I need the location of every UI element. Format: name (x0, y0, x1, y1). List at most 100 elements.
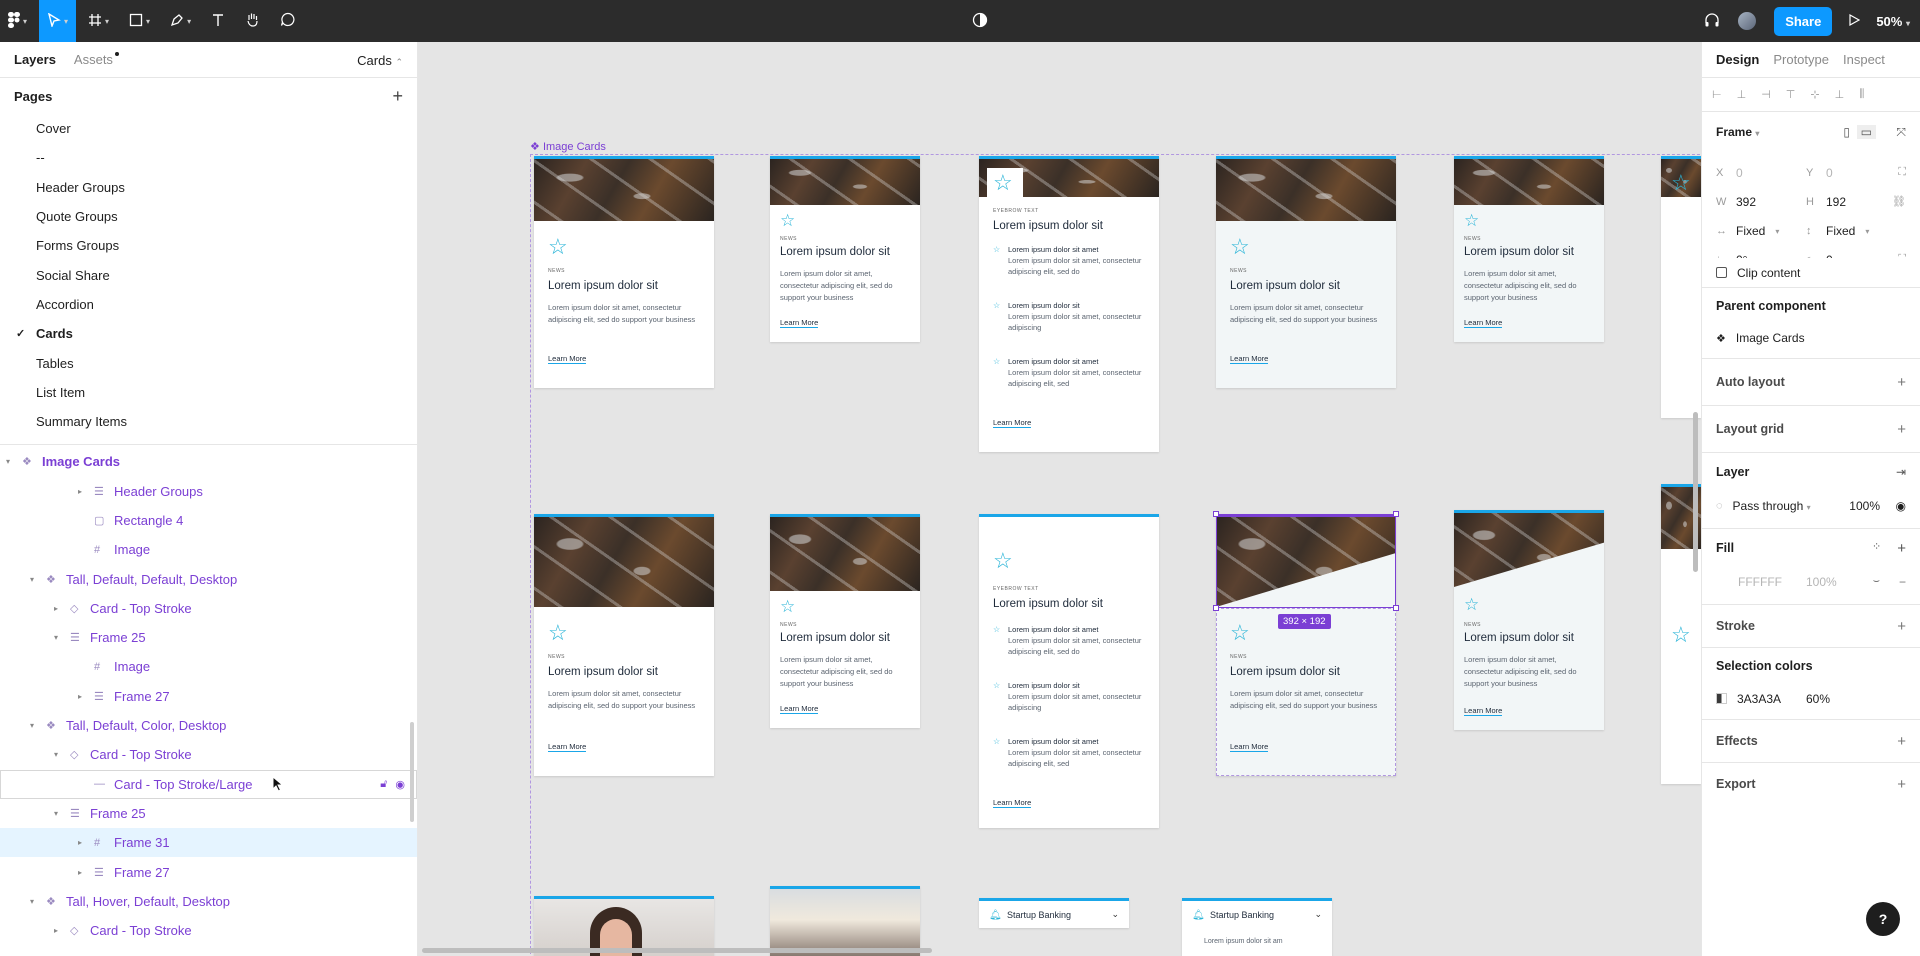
page-item[interactable]: Cover (0, 114, 417, 143)
hand-tool-button[interactable] (237, 0, 268, 42)
selection-color-hex[interactable]: 3A3A3A (1737, 692, 1781, 706)
width-field[interactable]: W 392 (1716, 195, 1756, 209)
height-mode-select[interactable]: ↕ Fixed ▾ (1806, 224, 1869, 238)
avatar[interactable] (1736, 10, 1759, 32)
selection-color-opacity[interactable]: 60% (1806, 692, 1830, 706)
chevron-right-icon[interactable]: ▸ (54, 604, 58, 613)
distribute-icon[interactable]: ⫼ (1859, 88, 1864, 101)
current-page-selector[interactable]: Cards ⌃ (357, 53, 403, 68)
align-top-icon[interactable]: ⊤ (1786, 88, 1796, 101)
zoom-menu[interactable]: 50% ▾ (1876, 14, 1910, 29)
layer-row[interactable]: ▢ Rectangle 4 (0, 506, 417, 535)
page-item[interactable]: Summary Items (0, 407, 417, 436)
page-item[interactable]: Social Share (0, 260, 417, 289)
clip-content-checkbox[interactable] (1716, 267, 1727, 278)
card-list[interactable]: ☆ EYEBROW TEXT Lorem ipsum dolor sit ☆ Lo… (979, 514, 1159, 828)
styles-grid-icon[interactable]: ⁘ (1872, 540, 1881, 557)
page-item[interactable]: -- (0, 143, 417, 172)
move-tool-button[interactable]: ▾ (39, 0, 77, 42)
page-item[interactable]: Forms Groups (0, 231, 417, 260)
component-link-icon[interactable]: ⇥ (1896, 465, 1906, 479)
learn-more-link[interactable]: Learn More (548, 742, 587, 752)
play-icon[interactable] (1848, 13, 1861, 29)
tab-inspect[interactable]: Inspect (1843, 52, 1885, 67)
add-export-icon[interactable]: + (1897, 776, 1906, 793)
layer-row[interactable]: ▾ ❖ Tall, Default, Default, Desktop (0, 564, 417, 593)
page-item[interactable]: List Item (0, 378, 417, 407)
card-partial[interactable]: ☆ (1661, 156, 1701, 418)
page-item[interactable]: ✓ Cards (0, 319, 417, 348)
chevron-right-icon[interactable]: ▸ (78, 487, 82, 496)
chevron-right-icon[interactable]: ▸ (54, 926, 58, 935)
add-fill-icon[interactable]: + (1897, 540, 1906, 557)
x-field[interactable]: X0 (1716, 166, 1743, 180)
card[interactable]: ☆ NEWS Lorem ipsum dolor sit Lorem ipsum… (770, 156, 920, 342)
help-button[interactable]: ? (1866, 902, 1900, 936)
resize-handle[interactable] (1393, 605, 1399, 611)
chevron-right-icon[interactable]: ▸ (78, 692, 82, 701)
frame-tool-button[interactable]: ▾ (80, 0, 117, 42)
lock-icon[interactable]: 🔓︎ (380, 778, 387, 791)
headphones-icon[interactable] (1704, 12, 1720, 31)
pen-tool-button[interactable]: ▾ (162, 0, 199, 42)
parent-component-row[interactable]: ❖ Image Cards (1702, 324, 1920, 352)
learn-more-link[interactable]: Learn More (1464, 706, 1503, 716)
card[interactable]: ☆ NEWS Lorem ipsum dolor sit Lorem ipsum… (1454, 510, 1604, 730)
learn-more-link[interactable]: Learn More (780, 318, 819, 328)
layer-row[interactable]: # Image (0, 652, 417, 681)
portrait-icon[interactable]: ▯ (1843, 125, 1850, 139)
comment-tool-button[interactable] (272, 0, 303, 42)
page-item[interactable]: Tables (0, 348, 417, 377)
layer-row[interactable]: ▸ # Frame 31 (0, 828, 417, 858)
hide-fill-icon[interactable]: ⌣ (1873, 575, 1880, 588)
eye-icon[interactable]: ◉ (395, 778, 405, 791)
width-mode-select[interactable]: ↔ Fixed ▾ (1716, 224, 1779, 238)
resize-handle[interactable] (1213, 605, 1219, 611)
theme-toggle-button[interactable] (972, 0, 988, 42)
learn-more-link[interactable]: Learn More (1230, 354, 1269, 364)
accordion-card[interactable]: 🔔︎ Startup Banking ⌄ Lorem ipsum dolor s… (1182, 898, 1332, 956)
learn-more-link[interactable]: Learn More (1464, 318, 1503, 328)
remove-fill-icon[interactable]: − (1899, 575, 1906, 589)
page-item[interactable]: Header Groups (0, 173, 417, 202)
accordion-card[interactable]: 🔔︎ Startup Banking ⌄ (979, 898, 1129, 928)
layer-row[interactable]: ▾ ☰ Frame 25 (0, 799, 417, 828)
chevron-down-icon[interactable]: ▾ (54, 809, 58, 818)
fill-hex[interactable]: FFFFFF (1738, 575, 1782, 589)
vertical-scrollbar[interactable] (1693, 412, 1698, 572)
tab-prototype[interactable]: Prototype (1773, 52, 1829, 67)
chevron-down-icon[interactable]: ▾ (30, 897, 34, 906)
layers-scrollbar[interactable] (410, 722, 414, 822)
tab-design[interactable]: Design (1716, 52, 1759, 67)
chevron-down-icon[interactable]: ⌄ (1111, 909, 1119, 920)
height-field[interactable]: H 192 (1806, 195, 1846, 209)
add-effect-icon[interactable]: + (1897, 733, 1906, 750)
add-stroke-icon[interactable]: + (1897, 618, 1906, 635)
card[interactable]: ☆ NEWS Lorem ipsum dolor sit Lorem ipsum… (1454, 156, 1604, 342)
landscape-icon[interactable]: ▭ (1856, 125, 1876, 139)
chevron-down-icon[interactable]: ▾ (54, 750, 58, 759)
layer-row[interactable]: ▸ ☰ Frame 27 (0, 857, 417, 886)
constrain-proportions-icon[interactable]: ⛓ (1892, 195, 1906, 208)
add-page-icon[interactable]: + (392, 86, 403, 107)
clip-content-row[interactable]: Clip content (1702, 258, 1920, 288)
layer-opacity[interactable]: 100% (1849, 499, 1880, 513)
learn-more-link[interactable]: Learn More (993, 798, 1032, 808)
canvas[interactable]: ❖ Image Cards ☆ NEWS Lorem ipsum dolor s… (418, 42, 1701, 956)
card-photo[interactable] (770, 886, 920, 956)
layer-row[interactable]: # Image (0, 535, 417, 564)
eye-icon[interactable]: ◉ (1896, 499, 1906, 513)
layer-row[interactable]: ▾ ❖ Image Cards (0, 447, 417, 476)
card[interactable]: ☆ NEWS Lorem ipsum dolor sit Lorem ipsum… (770, 514, 920, 728)
align-center-h-icon[interactable]: ⊥ (1737, 88, 1747, 101)
chevron-down-icon[interactable]: ▾ (30, 575, 34, 584)
layer-row[interactable]: ▸ ☰ Header Groups (0, 477, 417, 506)
resize-handle[interactable] (1393, 511, 1399, 517)
fill-row[interactable]: FFFFFF 100% ⌣ − (1702, 567, 1920, 596)
selection-color-row[interactable]: 3A3A3A 60% (1702, 684, 1920, 713)
resize-to-fit-icon[interactable]: ⤧ (1896, 125, 1906, 140)
color-swatch[interactable] (1716, 693, 1727, 704)
chevron-right-icon[interactable]: ▸ (78, 838, 82, 847)
learn-more-link[interactable]: Learn More (548, 354, 587, 364)
learn-more-link[interactable]: Learn More (993, 418, 1032, 428)
